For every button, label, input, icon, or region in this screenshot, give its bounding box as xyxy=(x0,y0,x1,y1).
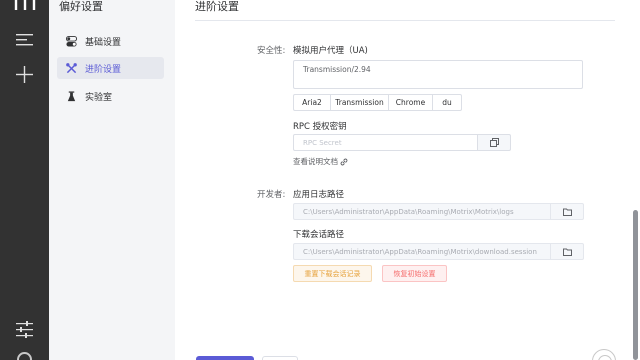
discard-button[interactable] xyxy=(262,356,298,360)
title-divider xyxy=(195,20,615,21)
settings-panel: 进阶设置 安全性: 模拟用户代理（UA) Transmission/2.94 A… xyxy=(175,0,640,360)
sidebar-item-advanced[interactable]: 进阶设置 xyxy=(57,57,164,79)
ua-preset-transmission-button[interactable]: Transmission xyxy=(330,94,389,111)
restore-defaults-button[interactable]: 恢复初始设置 xyxy=(382,265,447,282)
rpc-secret-label: RPC 授权密钥 xyxy=(293,122,347,132)
log-path-label: 应用日志路径 xyxy=(293,190,345,200)
app-rail xyxy=(0,0,49,360)
sidebar-item-label: 进阶设置 xyxy=(85,64,122,75)
session-path-label: 下载会话路径 xyxy=(293,230,345,240)
page-title: 进阶设置 xyxy=(195,0,239,13)
ua-preset-aria2-button[interactable]: Aria2 xyxy=(293,94,331,111)
sidebar-item-label: 实验室 xyxy=(85,92,113,103)
ua-preset-chrome-button[interactable]: Chrome xyxy=(388,94,433,111)
generate-secret-button[interactable] xyxy=(477,134,511,151)
ua-label: 模拟用户代理（UA) xyxy=(293,46,368,56)
sidebar-item-basic[interactable]: 基础设置 xyxy=(57,30,164,52)
docs-link-label: 查看说明文档 xyxy=(293,157,338,166)
rpc-secret-input[interactable]: RPC Secret xyxy=(293,134,478,151)
folder-icon xyxy=(562,248,572,256)
ua-preset-group: Aria2 Transmission Chrome du xyxy=(293,94,462,111)
scrollbar-thumb[interactable] xyxy=(633,210,638,360)
sidebar-item-label: 基础设置 xyxy=(85,37,122,48)
floating-action-icon[interactable] xyxy=(592,349,616,360)
preferences-sidebar: 偏好设置 基础设置 进阶设置 实验室 xyxy=(49,0,175,360)
folder-icon xyxy=(562,208,572,216)
sidebar-title: 偏好设置 xyxy=(59,0,103,13)
link-icon xyxy=(340,158,348,165)
developer-label: 开发者: xyxy=(257,190,286,200)
add-task-icon[interactable] xyxy=(16,66,33,83)
security-label: 安全性: xyxy=(257,46,286,56)
ua-preset-du-button[interactable]: du xyxy=(432,94,462,111)
app-window: 偏好设置 基础设置 进阶设置 实验室 进阶设置 安全性: 模拟用户代理（UA) … xyxy=(0,0,640,360)
sidebar-item-lab[interactable]: 实验室 xyxy=(57,85,164,107)
copy-icon xyxy=(489,138,499,147)
tools-icon xyxy=(66,62,77,73)
preferences-icon[interactable] xyxy=(16,321,33,338)
save-button[interactable] xyxy=(196,356,254,360)
about-icon[interactable] xyxy=(17,352,32,360)
user-agent-textarea[interactable]: Transmission/2.94 xyxy=(293,60,583,89)
flask-icon xyxy=(67,90,76,101)
session-path-input[interactable]: C:\Users\Administrator\AppData\Roaming\M… xyxy=(293,243,551,260)
menu-icon[interactable] xyxy=(16,33,33,46)
reset-session-button[interactable]: 重置下载会话记录 xyxy=(293,265,372,282)
motrix-logo-icon[interactable] xyxy=(14,0,36,10)
open-session-folder-button[interactable] xyxy=(550,243,584,260)
log-path-input[interactable]: C:\Users\Administrator\AppData\Roaming\M… xyxy=(293,203,551,220)
docs-link[interactable]: 查看说明文档 xyxy=(293,156,348,167)
open-log-folder-button[interactable] xyxy=(550,203,584,220)
toggle-icon xyxy=(66,35,77,47)
